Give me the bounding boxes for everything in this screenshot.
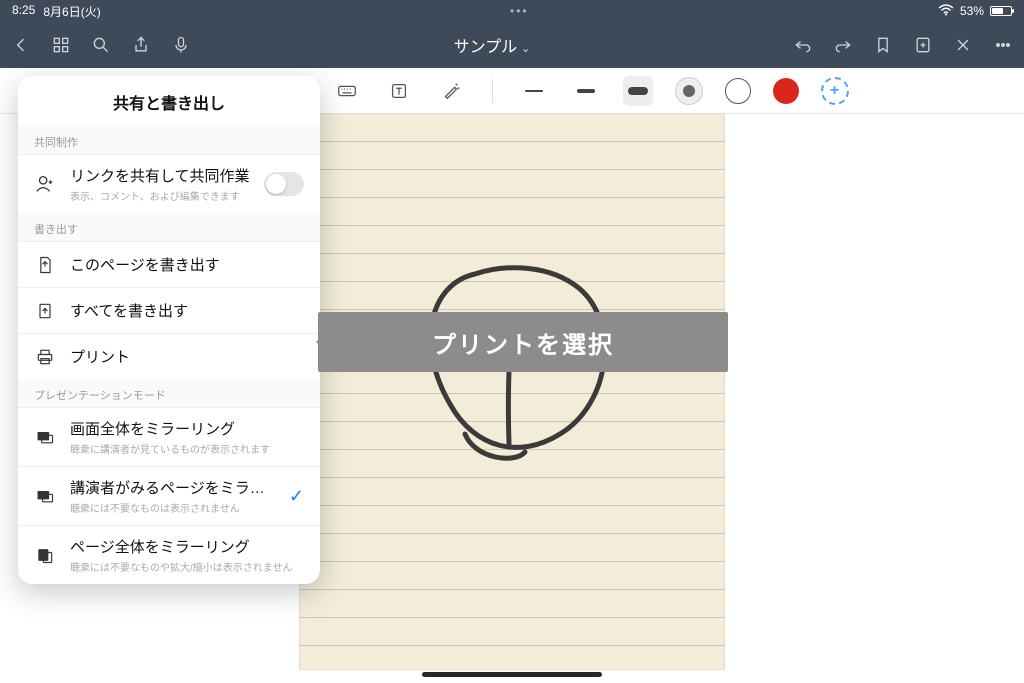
mirror-presenter-icon (34, 485, 56, 507)
mirror-full-icon (34, 426, 56, 448)
row-export-all[interactable]: すべてを書き出す (18, 287, 320, 333)
popover-title: 共有と書き出し (18, 76, 320, 126)
row-mirror-full[interactable]: 画面全体をミラーリング 聴衆に講演者が見ているものが表示されます (18, 407, 320, 466)
color-red[interactable] (773, 78, 799, 104)
separator (492, 79, 493, 103)
export-page-icon (34, 254, 56, 276)
section-presentation: プレゼンテーションモード (18, 379, 320, 407)
wifi-icon (938, 4, 954, 19)
stroke-thin[interactable] (519, 76, 549, 106)
mic-icon[interactable] (170, 34, 192, 56)
multitask-dots-icon[interactable]: ••• (510, 4, 529, 18)
share-popover: 共有と書き出し 共同制作 リンクを共有して共同作業 表示、コメント、および編集で… (18, 76, 320, 584)
status-bar: 8:25 8月6日(火) ••• 53% (0, 0, 1024, 22)
share-icon[interactable] (130, 34, 152, 56)
document-title[interactable]: サンプル⌄ (210, 33, 774, 57)
stroke-medium[interactable] (571, 76, 601, 106)
color-gray[interactable] (675, 77, 703, 105)
row-mirror-presenter[interactable]: 講演者がみるページをミラー… 聴衆には不要なものは表示されません ✓ (18, 466, 320, 525)
row-print[interactable]: プリント (18, 333, 320, 379)
row-collab-link[interactable]: リンクを共有して共同作業 表示、コメント、および編集できます (18, 154, 320, 213)
section-collab: 共同制作 (18, 126, 320, 154)
stroke-thick[interactable] (623, 76, 653, 106)
undo-icon[interactable] (792, 34, 814, 56)
collab-sub: 表示、コメント、および編集できます (70, 188, 250, 203)
nav-bar: サンプル⌄ (0, 22, 1024, 68)
battery-percent: 53% (960, 4, 984, 18)
check-icon: ✓ (289, 486, 304, 507)
note-paper[interactable] (300, 114, 724, 669)
back-icon[interactable] (10, 34, 32, 56)
row-mirror-page[interactable]: ページ全体をミラーリング 聴衆には不要なものや拡大/縮小は表示されません (18, 525, 320, 584)
section-export: 書き出す (18, 213, 320, 241)
grid-icon[interactable] (50, 34, 72, 56)
status-time: 8:25 (12, 3, 35, 20)
search-icon[interactable] (90, 34, 112, 56)
collab-label: リンクを共有して共同作業 (70, 165, 250, 186)
add-page-icon[interactable] (912, 34, 934, 56)
row-export-page[interactable]: このページを書き出す (18, 241, 320, 287)
color-add[interactable]: + (821, 77, 849, 105)
person-add-icon (34, 173, 56, 195)
close-icon[interactable] (952, 34, 974, 56)
keyboard-tool-icon[interactable] (332, 76, 362, 106)
magic-tool-icon[interactable] (436, 76, 466, 106)
color-white[interactable] (725, 78, 751, 104)
mirror-page-icon (34, 544, 56, 566)
bookmark-icon[interactable] (872, 34, 894, 56)
collab-toggle[interactable] (264, 172, 304, 196)
status-date: 8月6日(火) (43, 3, 100, 20)
text-tool-icon[interactable] (384, 76, 414, 106)
home-indicator[interactable] (422, 672, 602, 677)
export-all-icon (34, 300, 56, 322)
more-icon[interactable] (992, 34, 1014, 56)
redo-icon[interactable] (832, 34, 854, 56)
battery-icon (990, 6, 1012, 16)
printer-icon (34, 346, 56, 368)
tutorial-annotation: プリントを選択 (318, 312, 728, 372)
ink-drawing (300, 114, 724, 669)
